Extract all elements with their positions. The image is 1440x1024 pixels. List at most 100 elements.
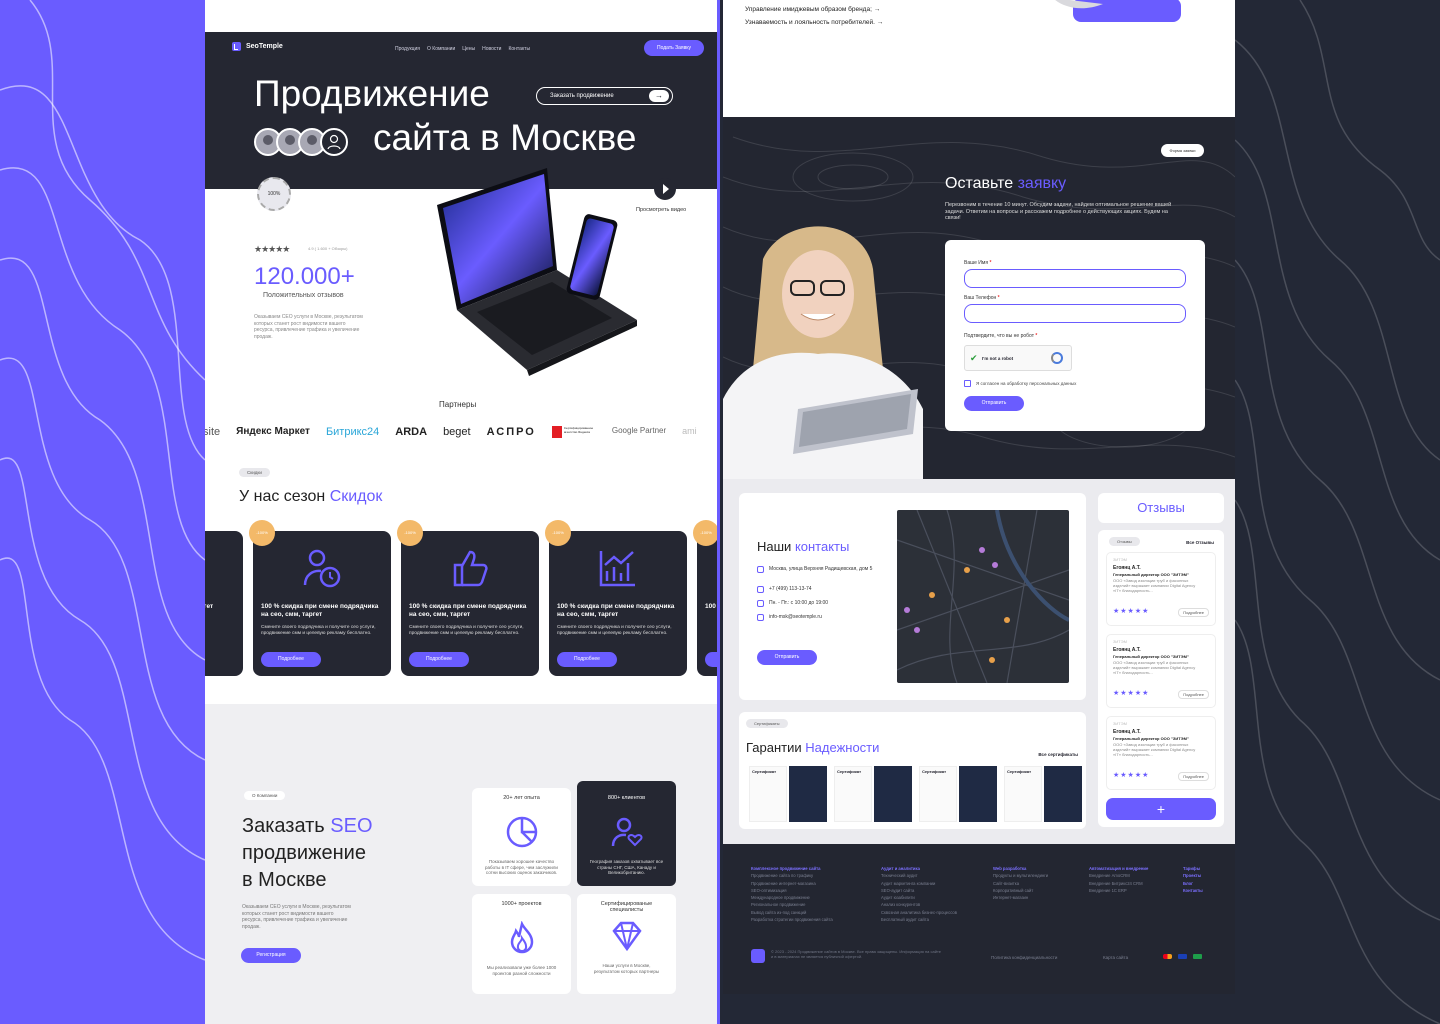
submit-request-button[interactable]: Подать Заявку [644,40,704,56]
nav-link-news[interactable]: Новости [482,46,501,52]
form-submit-button[interactable]: Отправить [964,396,1024,411]
reviews-title: Отзывы [1098,493,1224,523]
logo-icon [232,42,241,51]
user-icon[interactable] [320,128,348,156]
logo[interactable]: SeoTemple [232,42,283,51]
discount-card: -100% 100 % скидка при смене подрядчика … [249,520,391,676]
rating-stars: ★★★★★ [1113,608,1150,615]
order-promotion-button[interactable]: Заказать продвижение → [536,87,673,105]
all-reviews-link[interactable]: Все Отзывы [1186,540,1214,545]
contact-hours: Пн. - Пт.: с 10:00 до 19:00 [757,600,877,607]
thumbs-up-icon [453,550,488,587]
details-button[interactable]: Подробнее [557,652,617,667]
play-video-icon[interactable] [654,178,676,200]
pie-icon [506,816,537,848]
reviews-block: Отзывы Отзывы Все Отзывы ЗИТЭМ Егоянц А.… [1098,493,1224,827]
map-streets [897,510,1069,683]
form-title: Оставьте заявку [945,175,1067,192]
top-nav: SeoTemple Продукция О Компании Цены Ново… [205,32,717,62]
footer-column: Комплексное продвижение сайта Продвижени… [751,866,833,923]
sitemap-link[interactable]: Карта сайта [1103,955,1128,960]
consent-checkbox[interactable] [964,380,971,387]
form-description: Перезвоним в течение 10 минут. Обсудим з… [945,202,1172,221]
contacts-title: Наши контакты [757,539,850,554]
footer-column: Тарифы Проекты Блог Контакты [1183,866,1203,893]
info-card-clients: 800+ клиентов География заказов охватыва… [577,781,676,886]
location-map[interactable] [897,510,1069,683]
location-icon [757,566,764,573]
review-more-button[interactable]: Подробнее [1178,690,1209,699]
flame-icon [510,920,533,954]
hero-description: Оказываем СЕО услуги в Москве, результат… [254,314,363,340]
nav-link-about[interactable]: О Компании [427,46,455,52]
discount-badge: -100% [397,520,423,546]
discount-card: -100% 100 [693,520,717,676]
partner-logo: Битрикс24 [325,426,380,438]
discount-cards: таргет ceo -100% 100 % скидка при смене … [205,520,717,676]
hero-image-fragment [1055,0,1181,22]
review-card: ЗИТЭМ Егоянц А.Т. Генеральный директор О… [1106,716,1216,790]
phone-input[interactable] [964,304,1186,323]
contact-phone[interactable]: +7 (499) 113-13-74 [757,586,877,593]
arrow-right-icon: → [873,6,881,13]
consent-label: Я согласен на обработку персональных дан… [976,381,1077,386]
request-form: Ваше Имя * Ваш Телефон * Подтвердите, чт… [945,240,1205,431]
all-certificates-link[interactable]: Все сертификаты [1038,752,1078,757]
rating-stars: ★★★★★ [254,244,290,254]
recaptcha-logo-icon [1051,352,1063,364]
add-review-button[interactable]: + [1106,798,1216,820]
checkmark-icon: ✔ [970,353,978,363]
form-tag: Форма заявки [1161,144,1204,157]
nav-link-contacts[interactable]: Контакты [508,46,530,52]
certificates-tag: Сертификаты [746,719,788,728]
partner-logo: АСПРО [486,426,536,438]
discount-card: таргет ceo [205,531,243,676]
review-more-button[interactable]: Подробнее [1178,772,1209,781]
partner-logo: site [205,426,221,438]
recaptcha-widget[interactable]: ✔ I'm not a robot [964,345,1072,371]
contacts-card: Наши контакты Москва, улица Верхняя Ради… [739,493,1086,700]
partner-logo: ARDA [395,426,428,438]
footer-column: Аудит и аналитика Технический аудит Ауди… [881,866,957,923]
info-card-experience: 20+ лет опыта Показываем хорошее качеств… [472,788,571,886]
details-button[interactable]: Подробнее [261,652,321,667]
nav-link-products[interactable]: Продукция [395,46,420,52]
contacts-send-button[interactable]: Отправить [757,650,817,665]
certificate[interactable]: Сертификат [1004,766,1084,822]
register-button[interactable]: Регистрация [241,948,301,963]
certificate[interactable]: Сертификат [749,766,829,822]
about-description: Оказываем СЕО услуги в Москве, результат… [242,904,351,930]
nav-link-prices[interactable]: Цены [462,46,475,52]
footer: Комплексное продвижение сайта Продвижени… [723,844,1235,994]
discounts-tag: Скидки [239,468,270,477]
robot-label: Подтвердите, что вы не робот * [964,333,1038,339]
diamond-icon [611,921,642,952]
discount-badge: -100% [545,520,571,546]
about-title: Заказать SEO продвижение в Москве [242,815,373,891]
contact-email[interactable]: info-msk@seotemple.ru [757,614,877,621]
discount-card: -100% 100 % скидка при смене подрядчика … [545,520,687,676]
landing-page-left: SeoTemple Продукция О Компании Цены Ново… [205,0,717,1024]
services-section-tail: Управление имиджевым образом бренда; → У… [723,0,1235,117]
details-button[interactable] [705,652,717,667]
partner-logo: Google Partner [611,426,667,435]
certificate[interactable]: Сертификат [834,766,914,822]
rating-stars: ★★★★★ [1113,772,1150,779]
info-card-specialists: Сертифицированые специалисты Наши услуги… [577,894,676,994]
service-line: Управление имиджевым образом бренда; → [745,6,881,13]
watch-video-link[interactable]: Просмотреть видео [636,207,686,213]
discount-badge: -100% [693,520,717,546]
certificate[interactable]: Сертификат [919,766,999,822]
guarantees-card: Сертификаты Гарантии Надежности Все серт… [739,712,1086,829]
footer-logo-icon[interactable] [751,949,765,963]
details-button[interactable]: Подробнее [409,652,469,667]
hero-title-line2: сайта в Москве [373,117,637,158]
user-clock-icon [303,549,341,588]
payment-icons [1163,954,1202,959]
info-card-projects: 1000+ проектов Мы реализовали уже более … [472,894,571,994]
name-input[interactable] [964,269,1186,288]
laptop-phone-image [437,168,637,376]
privacy-policy-link[interactable]: Политика конфиденциальности [991,955,1057,960]
partners-logos: site Яндекс Маркет Битрикс24 ARDA beget … [205,426,717,438]
review-more-button[interactable]: Подробнее [1178,608,1209,617]
